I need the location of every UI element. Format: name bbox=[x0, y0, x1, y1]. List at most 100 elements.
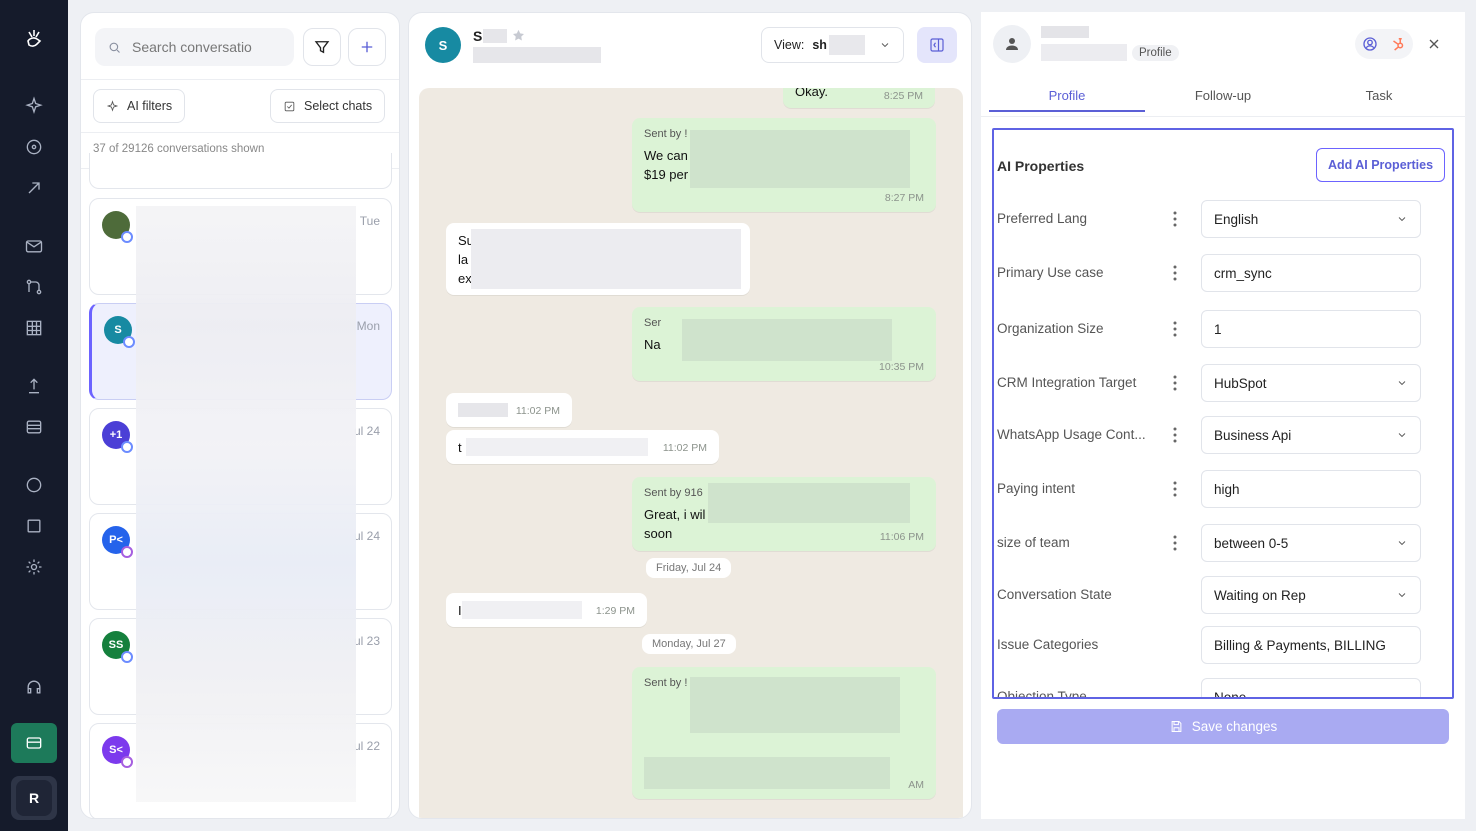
more-vertical-icon[interactable] bbox=[1168, 533, 1182, 553]
whatsapp-badge-icon bbox=[121, 231, 133, 243]
whatsapp-badge-icon bbox=[121, 441, 133, 453]
property-row: Conversation State Waiting on Rep bbox=[997, 576, 1427, 616]
billing-nav-button[interactable] bbox=[11, 723, 57, 763]
property-input[interactable]: 1 bbox=[1201, 310, 1421, 348]
panel-toggle-icon bbox=[930, 38, 944, 52]
save-changes-label: Save changes bbox=[1191, 719, 1278, 734]
save-changes-button[interactable]: Save changes bbox=[997, 709, 1449, 744]
more-vertical-icon[interactable] bbox=[1168, 479, 1182, 499]
property-select[interactable]: Business Api bbox=[1201, 416, 1421, 454]
conversation-list-panel: AI filters Select chats 37 of 29126 conv… bbox=[80, 12, 400, 819]
redacted-phone bbox=[473, 47, 601, 63]
more-vertical-icon[interactable] bbox=[1168, 209, 1182, 229]
tab-profile[interactable]: Profile bbox=[989, 82, 1145, 112]
property-value: high bbox=[1214, 481, 1240, 497]
redacted-text bbox=[708, 483, 910, 523]
close-icon[interactable] bbox=[1426, 36, 1442, 52]
mail-icon[interactable] bbox=[22, 234, 46, 258]
property-input[interactable]: None bbox=[1201, 678, 1421, 699]
toggle-sidebar-button[interactable] bbox=[917, 27, 957, 63]
conversation-date: Mon bbox=[356, 319, 380, 333]
property-row: Paying intent high bbox=[997, 470, 1427, 510]
sent-by: Sent by ! bbox=[644, 128, 688, 140]
whatsapp-badge-icon bbox=[121, 651, 133, 663]
star-icon[interactable] bbox=[511, 28, 526, 43]
redacted-text bbox=[690, 130, 910, 188]
more-vertical-icon[interactable] bbox=[1168, 319, 1182, 339]
profile-tabs: Profile Follow-up Task bbox=[989, 82, 1457, 112]
view-selector[interactable]: View: sh bbox=[761, 27, 904, 63]
circle-icon[interactable] bbox=[22, 473, 46, 497]
more-vertical-icon[interactable] bbox=[1168, 373, 1182, 393]
select-chats-button[interactable]: Select chats bbox=[270, 89, 386, 123]
integration-icons bbox=[1355, 29, 1413, 59]
grid-icon[interactable] bbox=[22, 316, 46, 340]
search-box[interactable] bbox=[95, 28, 294, 66]
property-value: Billing & Payments, BILLING bbox=[1214, 637, 1386, 653]
tab-task[interactable]: Task bbox=[1301, 82, 1457, 112]
property-input[interactable]: high bbox=[1201, 470, 1421, 508]
share-icon[interactable] bbox=[22, 374, 46, 398]
message-bubble: Sent by ! AM bbox=[632, 667, 936, 799]
user-avatar-button[interactable]: R bbox=[11, 776, 57, 820]
list-item[interactable] bbox=[89, 153, 392, 189]
message-text: Okay. bbox=[795, 88, 828, 99]
redacted-text bbox=[458, 403, 508, 417]
property-label: WhatsApp Usage Cont... bbox=[997, 427, 1146, 442]
message-text: t bbox=[458, 440, 462, 455]
message-bubble: t 11:02 PM bbox=[446, 430, 719, 464]
property-input[interactable]: crm_sync bbox=[1201, 254, 1421, 292]
property-value: HubSpot bbox=[1214, 375, 1267, 391]
divider bbox=[981, 116, 1465, 117]
property-select[interactable]: English bbox=[1201, 200, 1421, 238]
contact-icon[interactable] bbox=[1361, 35, 1379, 53]
property-row: Objection Type None bbox=[997, 678, 1427, 699]
hubspot-icon[interactable] bbox=[1389, 35, 1407, 53]
message-area[interactable]: Okay. 8:25 PM Sent by ! We can $19 per 8… bbox=[419, 88, 963, 818]
message-text: Great, i wil soon bbox=[644, 507, 706, 541]
message-bubble: I 1:29 PM bbox=[446, 593, 647, 627]
chevron-down-icon bbox=[1398, 381, 1406, 386]
chevron-down-icon bbox=[1398, 593, 1406, 598]
search-input[interactable] bbox=[132, 39, 262, 55]
ai-filters-button[interactable]: AI filters bbox=[93, 89, 186, 123]
compass-icon[interactable] bbox=[22, 135, 46, 159]
arrow-up-right-icon[interactable] bbox=[22, 176, 46, 200]
user-icon bbox=[1006, 38, 1018, 50]
message-time: 8:25 PM bbox=[883, 90, 923, 102]
filter-button[interactable] bbox=[303, 28, 341, 66]
square-icon[interactable] bbox=[22, 514, 46, 538]
headset-icon[interactable] bbox=[22, 675, 46, 699]
app-logo-icon[interactable] bbox=[22, 28, 46, 52]
more-vertical-icon[interactable] bbox=[1168, 425, 1182, 445]
property-value: None bbox=[1214, 689, 1247, 699]
search-icon bbox=[109, 42, 120, 53]
property-label: size of team bbox=[997, 535, 1070, 550]
message-time: 11:02 PM bbox=[662, 442, 707, 454]
workflow-icon[interactable] bbox=[22, 275, 46, 299]
redacted-name bbox=[483, 29, 507, 43]
whatsapp-badge-icon bbox=[123, 336, 135, 348]
tab-follow-up[interactable]: Follow-up bbox=[1145, 82, 1301, 112]
plus-icon bbox=[361, 41, 373, 53]
property-select[interactable]: HubSpot bbox=[1201, 364, 1421, 402]
database-icon[interactable] bbox=[22, 415, 46, 439]
property-row: Issue Categories Billing & Payments, BIL… bbox=[997, 626, 1427, 666]
sparkle-icon[interactable] bbox=[22, 94, 46, 118]
chevron-down-icon bbox=[1398, 433, 1406, 438]
ai-properties-section: AI Properties Add AI Properties Preferre… bbox=[992, 128, 1454, 699]
message-time: AM bbox=[908, 779, 924, 791]
property-input[interactable]: Billing & Payments, BILLING bbox=[1201, 626, 1421, 664]
property-value: Waiting on Rep bbox=[1214, 587, 1306, 603]
property-select[interactable]: between 0-5 bbox=[1201, 524, 1421, 562]
property-row: WhatsApp Usage Cont... Business Api bbox=[997, 416, 1427, 456]
property-select[interactable]: Waiting on Rep bbox=[1201, 576, 1421, 614]
more-vertical-icon[interactable] bbox=[1168, 263, 1182, 283]
filter-icon bbox=[314, 41, 330, 54]
settings-icon[interactable] bbox=[22, 555, 46, 579]
contact-name: S bbox=[473, 28, 483, 44]
contact-avatar: S bbox=[425, 27, 461, 63]
add-ai-properties-button[interactable]: Add AI Properties bbox=[1316, 148, 1445, 182]
property-row: Preferred Lang English bbox=[997, 200, 1427, 240]
new-chat-button[interactable] bbox=[348, 28, 386, 66]
